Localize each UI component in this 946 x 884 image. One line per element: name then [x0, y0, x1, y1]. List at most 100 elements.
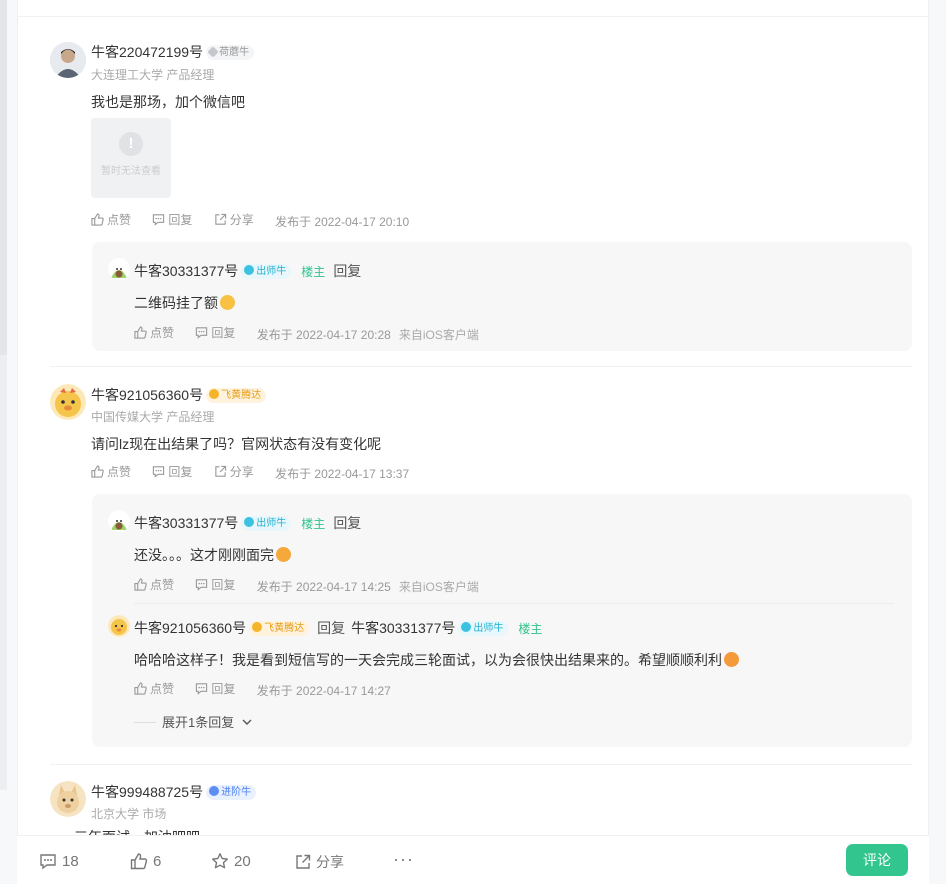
avatar[interactable]: [108, 510, 130, 532]
user-level-badge: 出师牛: [241, 516, 292, 531]
like-button[interactable]: 点赞: [134, 324, 174, 341]
comment-text: 我也是那场，加个微信吧: [91, 94, 245, 110]
expand-line: [134, 722, 156, 723]
reply-button[interactable]: 回复: [152, 211, 192, 228]
comment-image-placeholder[interactable]: ! 暂时无法查看: [91, 118, 171, 198]
top-divider: [18, 16, 928, 17]
share-button[interactable]: 分享: [214, 463, 254, 480]
warning-icon: !: [119, 132, 143, 156]
reply-text-row: 二维码挂了额: [134, 293, 235, 313]
comment-count: 18: [62, 852, 79, 870]
reply-thread: 牛客30331377号 出师牛 楼主 回复 还没。。。这才刚刚面完 点赞 回复 发布于…: [92, 494, 912, 747]
like-button[interactable]: 点赞: [134, 680, 174, 697]
post-time: 发布于 2022-04-17 14:25: [256, 580, 391, 594]
badge-label: 出师牛: [256, 266, 287, 277]
avatar[interactable]: [108, 615, 130, 637]
user-level-badge: 进阶牛: [206, 785, 257, 800]
like-button[interactable]: 点赞: [91, 211, 131, 228]
comment-icon: [196, 579, 208, 591]
reply-button[interactable]: 回复: [333, 263, 361, 279]
username[interactable]: 牛客30331377号: [134, 263, 238, 279]
thumbs-up-icon: [91, 465, 104, 478]
thumbs-up-icon: [91, 213, 104, 226]
owner-tag: 楼主: [301, 517, 326, 531]
comment-divider: [50, 764, 912, 765]
username[interactable]: 牛客30331377号: [134, 515, 238, 531]
level-icon: [209, 786, 220, 796]
comment-button[interactable]: 评论: [846, 844, 908, 876]
left-scroll-edge-shade: [0, 0, 7, 355]
comment-count-button[interactable]: 18: [39, 852, 79, 870]
share-icon: [215, 213, 226, 225]
thumbs-up-icon: [130, 853, 148, 870]
user-school: 北京大学 市场: [91, 807, 167, 821]
reply-button[interactable]: 回复: [333, 515, 361, 531]
reply-button[interactable]: 回复: [152, 463, 192, 480]
share-icon: [296, 854, 311, 869]
owner-tag: 楼主: [301, 265, 326, 279]
share-label: 分享: [316, 854, 344, 870]
user-school: 中国传媒大学 产品经理: [91, 410, 215, 424]
share-label: 分享: [229, 465, 254, 479]
post-time: 发布于 2022-04-17 20:10: [275, 215, 410, 229]
star-count-button[interactable]: 20: [211, 852, 251, 870]
badge-label: 荷蘑牛: [219, 47, 250, 58]
more-button[interactable]: ···: [393, 849, 414, 870]
user-level-badge: 飞黄腾达: [206, 388, 267, 403]
reply-header: 牛客921056360号 飞黄腾达 回复 牛客30331377号 出师牛 楼主: [134, 618, 542, 638]
share-button[interactable]: 分享: [295, 852, 344, 872]
more-icon: ···: [393, 849, 414, 869]
reply-label: 回复: [168, 465, 193, 479]
level-icon: [244, 265, 255, 275]
badge-label: 出师牛: [473, 623, 504, 634]
share-button[interactable]: 分享: [214, 211, 254, 228]
username[interactable]: 牛客921056360号: [134, 620, 246, 636]
reply-actions: 点赞 回复 发布于 2022-04-17 14:27: [134, 680, 399, 699]
level-icon: [244, 517, 255, 527]
badge-label: 飞黄腾达: [221, 390, 262, 401]
reply-button[interactable]: 回复: [195, 324, 235, 341]
avatar[interactable]: [108, 258, 130, 280]
expand-label: 展开1条回复: [162, 715, 235, 730]
comment-actions: 点赞 回复 分享 发布于 2022-04-17 13:37: [91, 463, 417, 482]
username[interactable]: 牛客999488725号: [91, 784, 203, 800]
reply-button[interactable]: 回复: [195, 576, 235, 593]
post-time: 发布于 2022-04-17 20:28: [256, 328, 391, 342]
like-button[interactable]: 点赞: [91, 463, 131, 480]
thumbs-up-icon: [134, 578, 147, 591]
user-level-badge: 荷蘑牛: [206, 45, 255, 60]
avatar[interactable]: [50, 384, 86, 420]
reply-text: 还没。。。这才刚刚面完: [134, 547, 274, 563]
reply-text: 哈哈哈这样子！我是看到短信写的一天会完成三轮面试，以为会很快出结果来的。希望顺顺…: [134, 652, 722, 668]
reply-label: 回复: [211, 578, 236, 592]
owner-tag: 楼主: [518, 622, 543, 636]
username[interactable]: 牛客921056360号: [91, 387, 203, 403]
like-label: 点赞: [107, 213, 132, 227]
reply-thread: 牛客30331377号 出师牛 楼主 回复 二维码挂了额 点赞 回复 发布于 2022…: [92, 242, 912, 351]
thumbs-up-icon: [134, 682, 147, 695]
reply-actions: 点赞 回复 发布于 2022-04-17 20:28 来自iOS客户端: [134, 324, 479, 343]
avatar[interactable]: [50, 42, 86, 78]
expand-replies-button[interactable]: 展开1条回复: [134, 712, 253, 731]
level-icon: [461, 622, 472, 632]
comment-icon: [153, 466, 165, 478]
level-icon: [207, 46, 219, 58]
avatar[interactable]: [50, 781, 86, 817]
username[interactable]: 牛客220472199号: [91, 44, 203, 60]
post-time: 发布于 2022-04-17 14:27: [256, 684, 391, 698]
comment-icon: [40, 854, 56, 870]
thumbs-up-icon: [134, 326, 147, 339]
share-icon: [215, 465, 226, 477]
like-button[interactable]: 点赞: [134, 576, 174, 593]
reply-text-row: 哈哈哈这样子！我是看到短信写的一天会完成三轮面试，以为会很快出结果来的。希望顺顺…: [134, 650, 739, 670]
user-level-badge: 出师牛: [241, 264, 292, 279]
image-unavailable-caption: 暂时无法查看: [101, 166, 161, 177]
reply-to-label: 回复: [317, 620, 346, 636]
comment-icon: [196, 683, 208, 695]
reply-button[interactable]: 回复: [195, 680, 235, 697]
comment-icon: [153, 214, 165, 226]
like-count-button[interactable]: 6: [130, 852, 161, 870]
target-username[interactable]: 牛客30331377号: [351, 620, 455, 636]
like-label: 点赞: [107, 465, 132, 479]
comment-actions: 点赞 回复 分享 发布于 2022-04-17 20:10: [91, 211, 417, 230]
